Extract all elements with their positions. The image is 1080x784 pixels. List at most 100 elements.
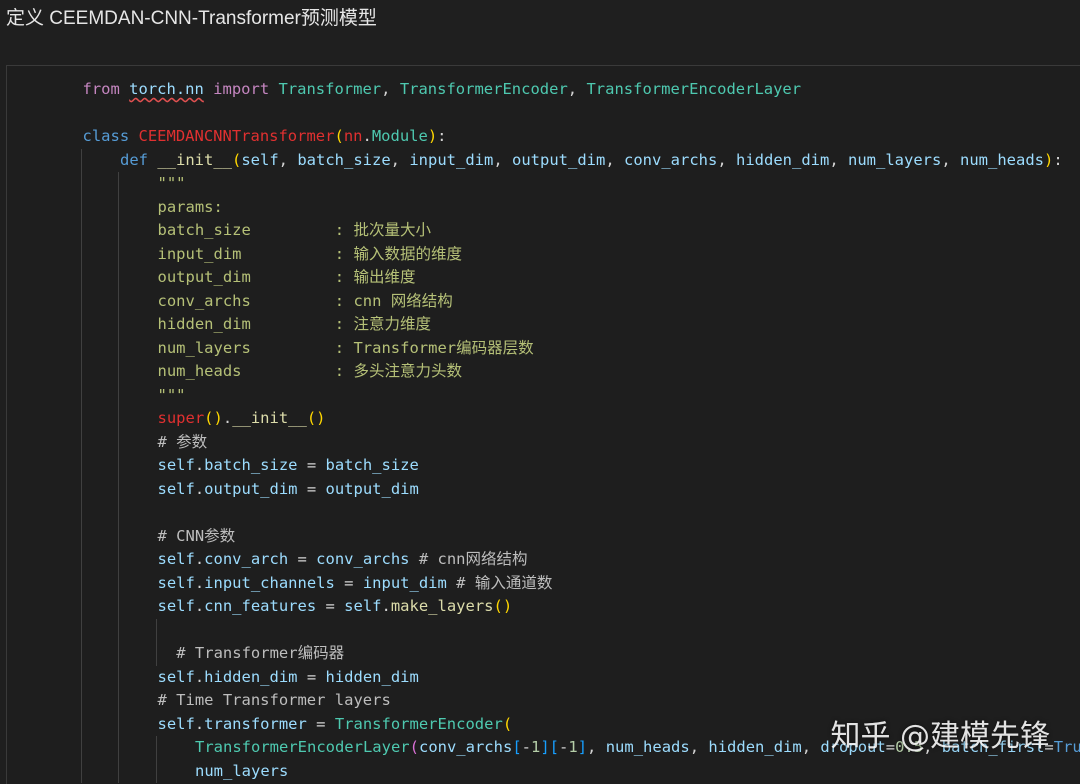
code-token: conv_archs — [624, 150, 718, 169]
indent-guide — [118, 571, 119, 595]
code-line: self.conv_arch = conv_archs # cnn网络结构 — [7, 548, 1080, 572]
code-token: import — [203, 80, 279, 98]
indent-guide — [118, 172, 119, 196]
code-line: self.cnn_features = self.make_layers() — [7, 595, 1080, 619]
code-token: __init__ — [157, 150, 232, 169]
code-token: , — [801, 738, 821, 756]
code-line: hidden_dim : 注意力维度 — [7, 313, 1080, 337]
code-content: self.conv_arch = conv_archs # cnn网络结构 — [158, 548, 528, 572]
indent-guide — [118, 689, 119, 713]
indent-guide — [118, 360, 119, 384]
indent-guide — [118, 501, 119, 525]
indent-guide — [80, 242, 82, 266]
indent-guide — [80, 759, 82, 783]
indent-guide — [80, 712, 82, 736]
code-line: params: — [7, 195, 1080, 219]
code-token: . — [381, 597, 391, 615]
indent-guide — [80, 454, 82, 478]
code-token: () — [204, 409, 223, 427]
code-content: self.transformer = TransformerEncoder( — [158, 713, 513, 737]
code-token: hidden_dim : 注意力维度 — [157, 315, 431, 333]
page-heading: 定义 CEEMDAN-CNN-Transformer预测模型 — [6, 8, 377, 29]
code-token: torch.nn — [129, 80, 204, 98]
code-token: self — [157, 667, 195, 686]
code-token: , — [381, 80, 400, 98]
indent-guide — [80, 172, 82, 196]
code-token: = — [297, 456, 326, 474]
indent-guide — [80, 383, 82, 407]
indent-guide — [118, 430, 119, 454]
code-line: # Time Transformer layers — [7, 689, 1080, 713]
code-token: . — [362, 127, 372, 145]
code-block: from torch.nn import Transformer, Transf… — [7, 78, 1080, 783]
code-token: : — [437, 127, 447, 145]
code-line: num_heads : 多头注意力头数 — [7, 360, 1080, 384]
code-line: input_dim : 输入数据的维度 — [7, 242, 1080, 267]
code-token: # cnn网络结构 — [409, 550, 528, 568]
indent-guide — [80, 289, 82, 313]
code-token: """ — [157, 174, 186, 192]
indent-guide — [118, 665, 119, 689]
code-content: # Transformer编码器 — [176, 642, 344, 666]
code-line: self.output_dim = output_dim — [7, 477, 1080, 501]
code-token: TransformerEncoder — [334, 714, 503, 733]
code-content: conv_archs : cnn 网络结构 — [158, 290, 453, 314]
code-token: = — [297, 667, 326, 686]
indent-guide — [118, 759, 119, 783]
code-content: self.batch_size = batch_size — [158, 454, 419, 478]
code-token: input_channels — [204, 573, 335, 592]
indent-guide — [80, 219, 82, 243]
code-line: self.hidden_dim = hidden_dim — [7, 665, 1080, 689]
code-editor[interactable]: from torch.nn import Transformer, Transf… — [6, 65, 1080, 784]
indent-guide — [80, 195, 82, 219]
indent-guide — [80, 313, 82, 337]
code-token: hidden_dim — [325, 667, 419, 686]
code-line: conv_archs : cnn 网络结构 — [7, 289, 1080, 314]
code-token: batch_size — [325, 456, 419, 474]
indent-guide — [155, 736, 157, 760]
code-content: super().__init__() — [158, 407, 326, 431]
code-token: ( — [409, 738, 419, 756]
indent-guide — [80, 665, 82, 689]
indent-guide — [118, 736, 119, 760]
code-line — [7, 618, 1080, 642]
code-token: . — [194, 456, 205, 474]
code-content: self.cnn_features = self.make_layers() — [158, 595, 513, 619]
code-token: = — [316, 597, 345, 615]
code-token: def — [120, 150, 158, 169]
code-token: batch_size — [204, 456, 298, 474]
code-token: transformer — [204, 714, 307, 733]
code-content: input_dim : 输入数据的维度 — [158, 243, 462, 267]
code-token: batch_size — [297, 150, 391, 169]
code-token: . — [194, 573, 205, 592]
indent-guide — [155, 618, 157, 642]
code-token: hidden_dim — [736, 150, 830, 169]
code-line: super().__init__() — [7, 407, 1080, 431]
indent-guide — [80, 266, 82, 290]
code-token: num_layers : Transformer编码器层数 — [157, 338, 534, 357]
code-line: # CNN参数 — [7, 524, 1080, 548]
code-token: = — [297, 479, 326, 498]
indent-guide — [80, 360, 82, 384]
code-token: nn — [343, 127, 363, 145]
code-token: [ — [512, 738, 522, 756]
indent-guide — [80, 148, 82, 172]
indent-guide — [155, 642, 157, 666]
code-line — [7, 501, 1080, 525]
indent-guide — [80, 430, 82, 454]
code-token: ( — [231, 150, 242, 169]
code-token: : — [1053, 150, 1063, 169]
code-token: TransformerEncoderLayer — [195, 738, 410, 756]
indent-guide — [80, 407, 82, 431]
code-token: # Transformer编码器 — [176, 644, 345, 662]
code-token: hidden_dim — [708, 738, 802, 756]
indent-guide — [118, 618, 119, 642]
indent-guide — [80, 524, 82, 548]
code-token: . — [194, 479, 205, 498]
indent-guide — [80, 736, 82, 760]
indent-guide — [80, 548, 82, 572]
code-token: , — [689, 738, 709, 756]
code-token: , — [605, 150, 624, 169]
indent-guide — [118, 289, 119, 313]
